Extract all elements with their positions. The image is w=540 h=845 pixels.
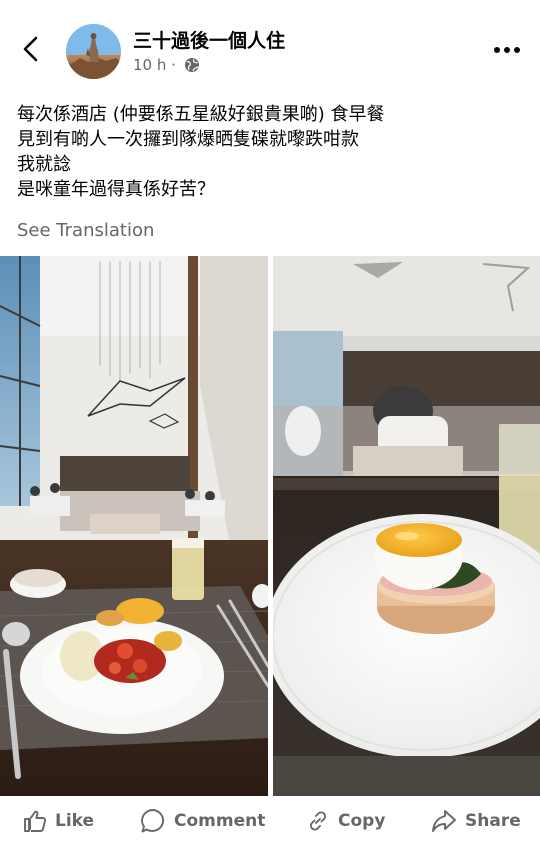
post-meta: 10 h · bbox=[133, 56, 200, 74]
see-translation-link[interactable]: See Translation bbox=[17, 220, 154, 241]
copy-button[interactable]: Copy bbox=[305, 808, 385, 834]
meta-separator: · bbox=[171, 56, 176, 74]
more-horizontal-icon[interactable] bbox=[492, 38, 522, 62]
link-icon bbox=[310, 811, 326, 831]
post-line: 是咪童年過得真係好苦？ bbox=[17, 179, 215, 200]
post-line: 每次係酒店 (仲要係五星級好銀貴果啲) 食早餐 bbox=[17, 104, 385, 125]
post-line: 我就諗 bbox=[17, 154, 71, 175]
copy-label: Copy bbox=[338, 811, 386, 831]
share-icon bbox=[432, 810, 456, 832]
comment-label: Comment bbox=[174, 811, 266, 831]
comment-icon bbox=[141, 809, 165, 833]
share-label: Share bbox=[465, 811, 521, 831]
like-button[interactable]: Like bbox=[22, 808, 94, 834]
eggs-benedict-image bbox=[273, 256, 540, 796]
chevron-left-icon[interactable] bbox=[18, 34, 46, 64]
share-button[interactable]: Share bbox=[430, 808, 521, 834]
thumbs-up-icon bbox=[24, 810, 47, 832]
post-line: 見到有啲人一次攞到隊爆晒隻碟就嚟跌咁款 bbox=[17, 129, 359, 150]
post-text: 每次係酒店 (仲要係五星級好銀貴果啲) 食早餐 見到有啲人一次攞到隊爆晒隻碟就嚟… bbox=[17, 102, 527, 202]
avatar-image bbox=[66, 24, 121, 79]
post-header: 三十過後一個人住 10 h · bbox=[0, 0, 540, 90]
hotel-restaurant-breakfast-plate-photo[interactable] bbox=[0, 256, 268, 796]
eggs-benedict-closeup-photo[interactable] bbox=[273, 256, 540, 796]
post-time[interactable]: 10 h bbox=[133, 56, 166, 74]
breakfast-plate-image bbox=[0, 256, 268, 796]
avatar[interactable] bbox=[66, 24, 121, 79]
like-label: Like bbox=[55, 811, 95, 831]
author-name[interactable]: 三十過後一個人住 bbox=[133, 26, 285, 53]
globe-icon bbox=[184, 58, 199, 72]
comment-button[interactable]: Comment bbox=[139, 808, 265, 834]
post-action-bar: Like Comment Copy Share bbox=[0, 796, 540, 845]
